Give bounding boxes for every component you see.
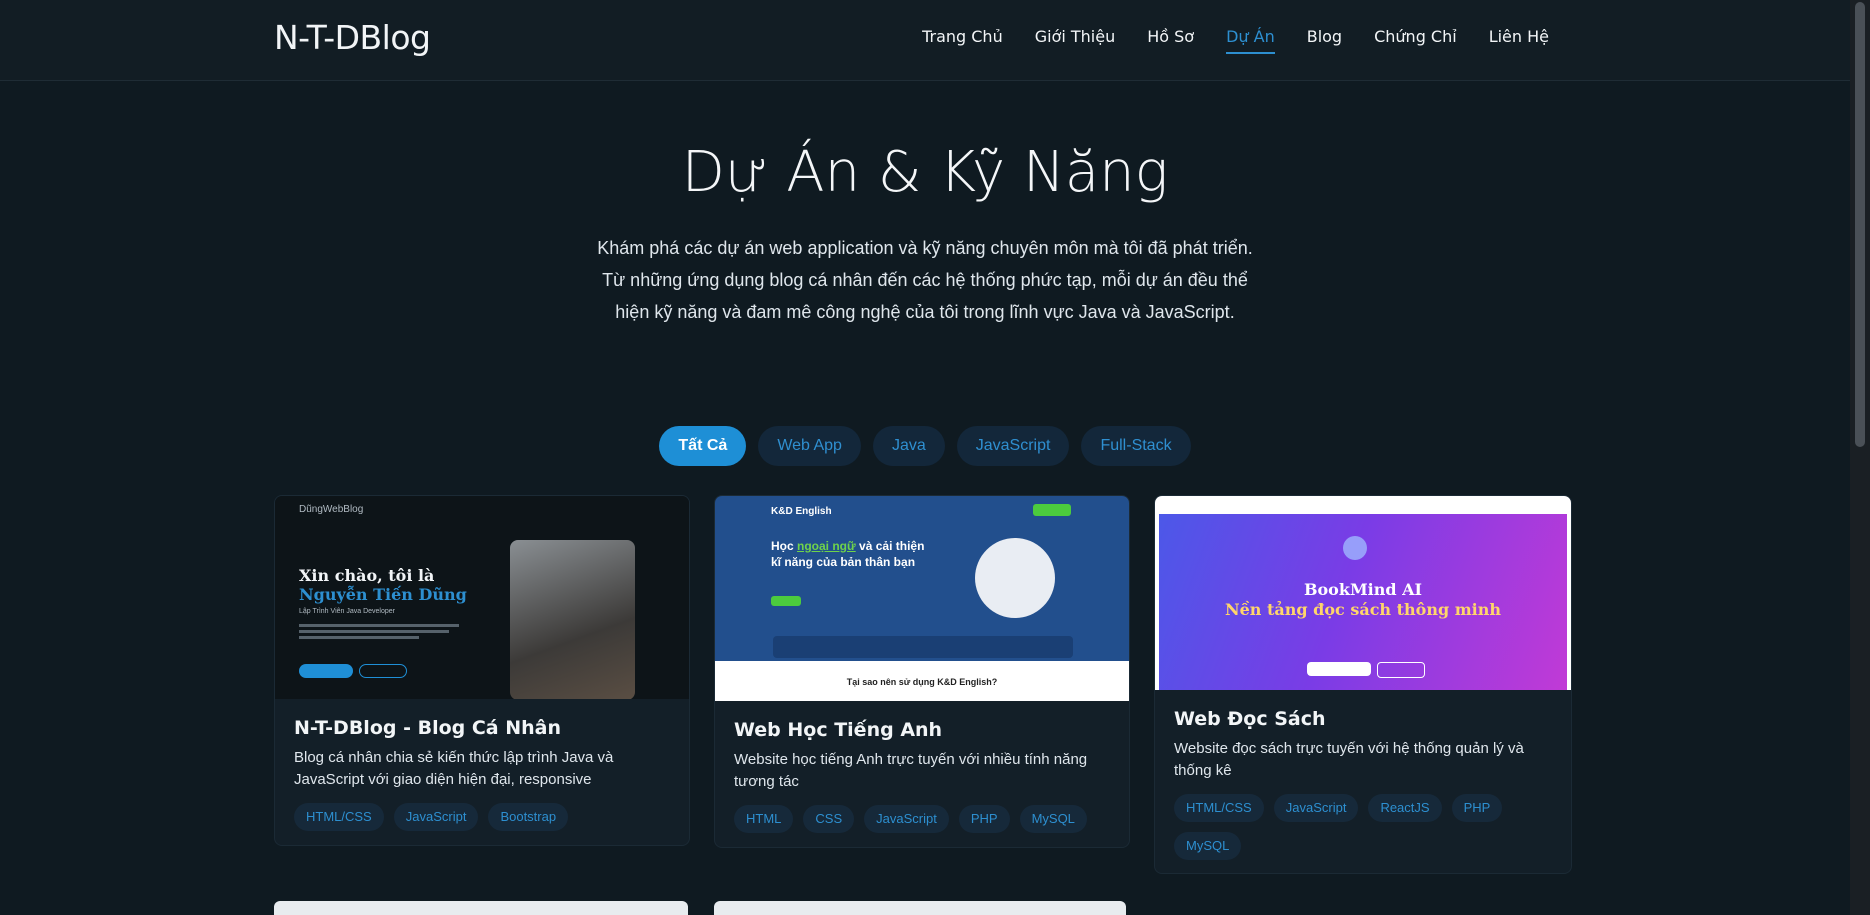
filter-java-button[interactable]: Java: [872, 426, 945, 466]
tag-list: HTML/CSS JavaScript Bootstrap: [294, 803, 670, 831]
project-card-english[interactable]: K&D English Học ngoại ngữ và cải thiện k…: [714, 495, 1130, 848]
tag: MySQL: [1174, 832, 1242, 860]
tag: PHP: [958, 805, 1010, 833]
tag: Bootstrap: [488, 803, 569, 831]
preview-brand: K&D English: [771, 506, 832, 517]
preview-stats-bar: [773, 636, 1073, 658]
nav-item-ho-so[interactable]: Hồ Sơ: [1147, 27, 1194, 54]
preview-text-line: [299, 624, 459, 627]
preview-start-button: [771, 596, 801, 606]
preview-primary-button: [299, 664, 353, 678]
project-thumbnail[interactable]: DũngWebBlog Xin chào, tôi là Nguyễn Tiến…: [275, 496, 689, 699]
preview-heading-highlight: ngoại ngữ: [797, 539, 856, 553]
tag: HTML/CSS: [1174, 794, 1264, 822]
book-icon: [1343, 536, 1367, 560]
tag: JavaScript: [864, 805, 949, 833]
tag-list: HTML CSS JavaScript PHP MySQL: [734, 805, 1110, 833]
top-navbar: N-T-DBlog Trang Chủ Giới Thiệu Hồ Sơ Dự …: [0, 0, 1850, 81]
preview-cta-button: [1033, 504, 1071, 516]
filter-all-button[interactable]: Tất Cả: [659, 426, 747, 466]
site-logo[interactable]: N-T-DBlog: [274, 18, 431, 57]
preview-heading: Xin chào, tôi là Nguyễn Tiến Dũng: [299, 566, 469, 604]
tag: CSS: [803, 805, 855, 833]
project-card-blog[interactable]: DũngWebBlog Xin chào, tôi là Nguyễn Tiến…: [274, 495, 690, 846]
card-body: Web Học Tiếng Anh Website học tiếng Anh …: [715, 719, 1129, 833]
tag: ReactJS: [1368, 794, 1442, 822]
filter-full-stack-button[interactable]: Full-Stack: [1081, 426, 1191, 466]
scrollbar-thumb[interactable]: [1855, 2, 1865, 447]
project-description: Blog cá nhân chia sẻ kiến thức lập trình…: [294, 749, 614, 788]
preview-secondary-button: [359, 664, 407, 678]
preview-bottom-section: Tại sao nên sử dụng K&D English?: [715, 661, 1129, 701]
card-body: Web Đọc Sách Website đọc sách trực tuyến…: [1155, 708, 1571, 860]
preview-heading-prefix: Học: [771, 539, 794, 553]
tag-list: HTML/CSS JavaScript ReactJS PHP MySQL: [1174, 794, 1552, 860]
project-card-peek[interactable]: [714, 901, 1126, 915]
nav-item-lien-he[interactable]: Liên Hệ: [1489, 27, 1549, 54]
project-title[interactable]: Web Học Tiếng Anh: [734, 719, 1110, 741]
main-nav: Trang Chủ Giới Thiệu Hồ Sơ Dự Án Blog Ch…: [922, 27, 1549, 54]
preview-illustration: [975, 538, 1055, 618]
preview-text-line: [299, 636, 419, 639]
tag: JavaScript: [1273, 794, 1359, 822]
project-description: Website đọc sách trực tuyến với hệ thống…: [1174, 740, 1524, 779]
nav-item-blog[interactable]: Blog: [1307, 27, 1342, 54]
preview-subtitle: Lập Trình Viên Java Developer: [299, 608, 395, 615]
tag: HTML/CSS: [294, 803, 384, 831]
filter-javascript-button[interactable]: JavaScript: [956, 426, 1070, 466]
project-filters: Tất Cả Web App Java JavaScript Full-Stac…: [0, 426, 1850, 466]
page-title: Dự Án & Kỹ Năng: [681, 140, 1169, 205]
preview-text-line: [299, 630, 449, 633]
preview-heading-name: Nguyễn Tiến Dũng: [299, 585, 467, 604]
card-body: N-T-DBlog - Blog Cá Nhân Blog cá nhân ch…: [275, 717, 689, 831]
preview-profile-photo: [510, 540, 635, 699]
project-thumbnail[interactable]: BookMind AI Nền tảng đọc sách thông minh: [1155, 496, 1571, 690]
project-card-peek[interactable]: [274, 901, 688, 915]
project-title[interactable]: N-T-DBlog - Blog Cá Nhân: [294, 717, 670, 739]
tag: MySQL: [1019, 805, 1087, 833]
nav-item-du-an[interactable]: Dự Án: [1226, 27, 1275, 54]
page-scrollbar[interactable]: [1850, 0, 1870, 915]
project-description: Website học tiếng Anh trực tuyến với nhi…: [734, 751, 1088, 790]
project-thumbnail[interactable]: K&D English Học ngoại ngữ và cải thiện k…: [715, 496, 1129, 701]
preview-line-2: Nền tảng đọc sách thông minh: [1224, 600, 1501, 619]
preview-heading-prefix: Xin chào, tôi là: [299, 566, 435, 585]
nav-item-chung-chi[interactable]: Chứng Chỉ: [1374, 27, 1457, 54]
description-line: hiện kỹ năng và đam mê công nghệ của tôi…: [615, 302, 1235, 322]
preview-secondary-button: [1377, 662, 1425, 678]
preview-heading: Học ngoại ngữ và cải thiện kĩ năng của b…: [771, 538, 931, 570]
nav-item-gioi-thieu[interactable]: Giới Thiệu: [1035, 27, 1116, 54]
tag: PHP: [1451, 794, 1503, 822]
nav-item-trang-chu[interactable]: Trang Chủ: [922, 27, 1003, 54]
tag: HTML: [734, 805, 794, 833]
description-line: Khám phá các dự án web application và kỹ…: [597, 238, 1253, 258]
project-title[interactable]: Web Đọc Sách: [1174, 708, 1552, 730]
filter-web-app-button[interactable]: Web App: [758, 426, 861, 466]
preview-primary-button: [1307, 662, 1371, 676]
tag: JavaScript: [393, 803, 479, 831]
preview-line-1: BookMind AI: [1303, 580, 1423, 599]
project-card-books[interactable]: BookMind AI Nền tảng đọc sách thông minh…: [1154, 495, 1572, 874]
preview-brand: DũngWebBlog: [299, 504, 364, 515]
page-description: Khám phá các dự án web application và kỹ…: [575, 232, 1275, 328]
description-line: Từ những ứng dụng blog cá nhân đến các h…: [602, 270, 1248, 290]
preview-bottom-text: Tại sao nên sử dụng K&D English?: [846, 677, 998, 687]
